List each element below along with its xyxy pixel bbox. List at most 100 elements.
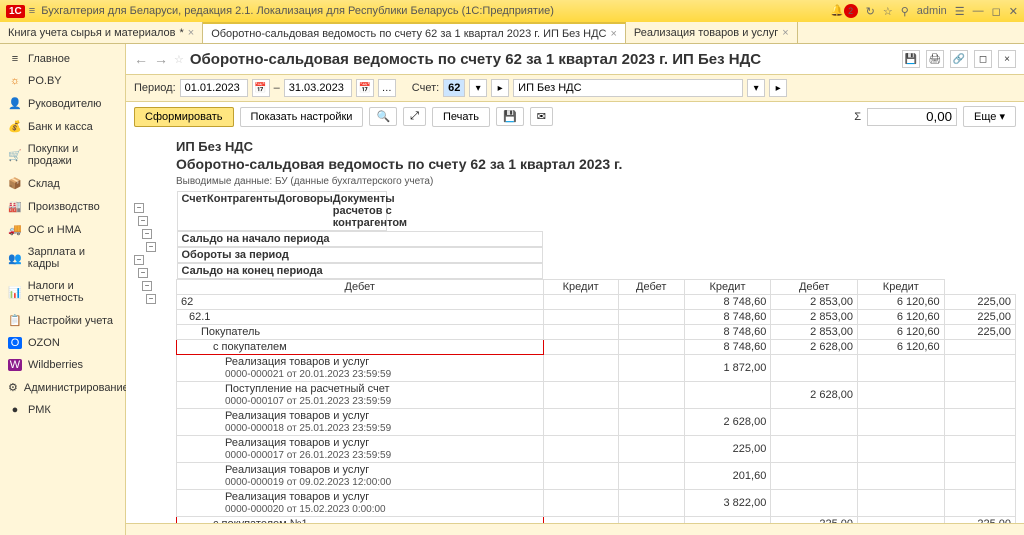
table-row[interactable]: с покупателем8 748,602 628,006 120,60 xyxy=(177,340,1016,355)
notification-badge: 2 xyxy=(844,4,858,18)
calendar-from-icon[interactable]: 📅 xyxy=(252,79,270,97)
save-icon[interactable]: 💾 xyxy=(902,50,920,68)
tab-materials-book[interactable]: Книга учета сырья и материалов*× xyxy=(0,22,203,43)
period-picker-icon[interactable]: … xyxy=(378,79,396,97)
sidebar-label: Налоги и отчетность xyxy=(28,280,117,304)
sidebar-item[interactable]: 🏭Производство xyxy=(0,195,125,218)
generate-button[interactable]: Сформировать xyxy=(134,107,234,127)
notifications-icon[interactable]: 🔔2 xyxy=(830,4,858,18)
menu-icon[interactable]: ≡ xyxy=(29,5,35,17)
report-body: −−−−−−−− ИП Без НДС Оборотно-сальдовая в… xyxy=(126,131,1024,523)
sidebar-icon: 📦 xyxy=(8,177,22,190)
sidebar-label: Wildberries xyxy=(28,359,83,371)
sidebar-item[interactable]: 👥Зарплата и кадры xyxy=(0,241,125,275)
report-org-title: ИП Без НДС xyxy=(176,139,1016,154)
sidebar-icon: ☼ xyxy=(8,75,22,87)
email-icon[interactable]: ✉ xyxy=(530,107,553,126)
find-icon[interactable]: 🔍 xyxy=(369,107,397,126)
period-label: Период: xyxy=(134,82,176,94)
tree-toggle-icon[interactable]: − xyxy=(138,216,148,226)
favorite-icon[interactable]: ☆ xyxy=(883,5,893,18)
sidebar-icon: ⚙ xyxy=(8,381,18,394)
calendar-to-icon[interactable]: 📅 xyxy=(356,79,374,97)
sidebar-item[interactable]: ⚙Администрирование xyxy=(0,376,125,399)
table-row[interactable]: Реализация товаров и услуг0000-000019 от… xyxy=(177,463,1016,490)
favorite-toggle-icon[interactable]: ☆ xyxy=(174,53,184,66)
sidebar-label: РМК xyxy=(28,404,51,416)
print-icon[interactable]: 🖨 xyxy=(926,50,944,68)
report-note: Выводимые данные: БУ (данные бухгалтерск… xyxy=(176,176,1016,187)
sidebar-item[interactable]: 📦 Склад xyxy=(0,172,125,195)
date-to-input[interactable] xyxy=(284,79,352,97)
minimize-icon[interactable]: — xyxy=(973,5,984,17)
tab-close-icon[interactable]: × xyxy=(782,27,788,39)
close-icon[interactable]: ✕ xyxy=(1009,5,1018,18)
maximize-icon[interactable]: ◻ xyxy=(992,5,1001,18)
table-row[interactable]: с покупателем №1225,00225,00 xyxy=(177,517,1016,524)
tree-toggle-icon[interactable]: − xyxy=(142,281,152,291)
sidebar-label: ОС и НМА xyxy=(28,224,81,236)
tab-sales[interactable]: Реализация товаров и услуг× xyxy=(626,22,798,43)
window-icon[interactable]: ◻ xyxy=(974,50,992,68)
tree-toggle-icon[interactable]: − xyxy=(146,242,156,252)
sidebar-item[interactable]: OOZON xyxy=(0,332,125,354)
sidebar-item[interactable]: 💰Банк и касса xyxy=(0,115,125,138)
sidebar-label: Склад xyxy=(28,178,60,190)
table-row[interactable]: 62.18 748,602 853,006 120,60225,00 xyxy=(177,310,1016,325)
help-icon[interactable]: ☰ xyxy=(955,5,965,18)
save-report-icon[interactable]: 💾 xyxy=(496,107,524,126)
sidebar-item[interactable]: ≡Главное xyxy=(0,48,125,70)
tree-toggle-icon[interactable]: − xyxy=(146,294,156,304)
table-row[interactable]: 628 748,602 853,006 120,60225,00 xyxy=(177,295,1016,310)
table-row[interactable]: Реализация товаров и услуг0000-000021 от… xyxy=(177,355,1016,382)
print-button[interactable]: Печать xyxy=(432,107,490,127)
tab-close-icon[interactable]: × xyxy=(188,27,194,39)
link-icon[interactable]: 🔗 xyxy=(950,50,968,68)
nav-back-icon[interactable]: ← xyxy=(134,51,148,67)
table-row[interactable]: Реализация товаров и услуг0000-000017 от… xyxy=(177,436,1016,463)
tree-toggle-icon[interactable]: − xyxy=(134,255,144,265)
org-open-icon[interactable]: ▸ xyxy=(769,79,787,97)
close-page-icon[interactable]: × xyxy=(998,50,1016,68)
expand-icon[interactable]: ⤢ xyxy=(403,107,426,126)
sidebar-icon: ● xyxy=(8,404,22,416)
tab-close-icon[interactable]: × xyxy=(610,28,616,40)
sidebar-item[interactable]: 🛒Покупки и продажи xyxy=(0,138,125,172)
user-label[interactable]: admin xyxy=(917,5,947,17)
sidebar-item[interactable]: 📊Налоги и отчетность xyxy=(0,275,125,309)
account-input[interactable] xyxy=(443,79,465,97)
table-row[interactable]: Реализация товаров и услуг0000-000018 от… xyxy=(177,409,1016,436)
sidebar-item[interactable]: WWildberries xyxy=(0,354,125,376)
table-row[interactable]: Покупатель8 748,602 853,006 120,60225,00 xyxy=(177,325,1016,340)
sidebar-item[interactable]: ● РМК xyxy=(0,399,125,421)
tree-toggle-icon[interactable]: − xyxy=(142,229,152,239)
sidebar-label: OZON xyxy=(28,337,60,349)
table-row[interactable]: Реализация товаров и услуг0000-000020 от… xyxy=(177,490,1016,517)
history-icon[interactable]: ↻ xyxy=(866,5,875,18)
sidebar-item[interactable]: 📋Настройки учета xyxy=(0,309,125,332)
sidebar-label: Банк и касса xyxy=(28,121,93,133)
search-icon[interactable]: ⚲ xyxy=(901,5,909,18)
date-from-input[interactable] xyxy=(180,79,248,97)
tree-toggle-icon[interactable]: − xyxy=(138,268,148,278)
sidebar-icon: 🏭 xyxy=(8,200,22,213)
sidebar-icon: ≡ xyxy=(8,53,22,65)
sidebar-item[interactable]: ☼PO.BY xyxy=(0,70,125,92)
table-row[interactable]: Поступление на расчетный счет0000-000107… xyxy=(177,382,1016,409)
sidebar-label: Настройки учета xyxy=(28,315,113,327)
account-label: Счет: xyxy=(412,82,439,94)
more-button[interactable]: Еще ▾ xyxy=(963,106,1016,127)
account-dropdown-icon[interactable]: ▾ xyxy=(469,79,487,97)
sidebar-label: Покупки и продажи xyxy=(28,143,117,167)
sidebar-item[interactable]: 👤Руководителю xyxy=(0,92,125,115)
tab-turnover-balance[interactable]: Оборотно-сальдовая ведомость по счету 62… xyxy=(203,22,626,43)
sidebar-item[interactable]: 🚚ОС и НМА xyxy=(0,218,125,241)
show-settings-button[interactable]: Показать настройки xyxy=(240,107,364,127)
account-open-icon[interactable]: ▸ xyxy=(491,79,509,97)
app-logo: 1С xyxy=(6,5,25,18)
organization-input[interactable] xyxy=(513,79,743,97)
nav-forward-icon[interactable]: → xyxy=(154,51,168,67)
sidebar: ≡Главное☼PO.BY👤Руководителю💰Банк и касса… xyxy=(0,44,126,535)
tree-toggle-icon[interactable]: − xyxy=(134,203,144,213)
org-dropdown-icon[interactable]: ▾ xyxy=(747,79,765,97)
